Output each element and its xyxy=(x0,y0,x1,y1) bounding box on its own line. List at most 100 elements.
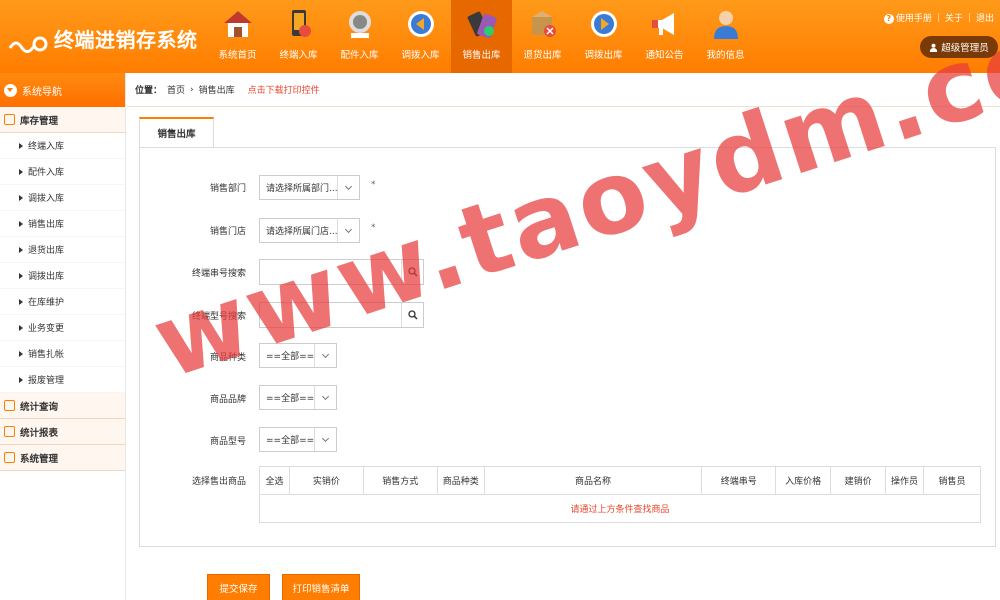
column-header: 销售方式 xyxy=(362,466,438,495)
search-icon[interactable] xyxy=(401,303,423,327)
chevron-down-icon xyxy=(337,176,359,199)
nav-sales-out[interactable]: 销售出库 xyxy=(451,0,512,73)
print-sales-list-button[interactable]: 打印销售清单 xyxy=(282,574,360,600)
store-select[interactable]: 请选择所属门店... xyxy=(259,218,360,243)
category-label: 商品种类 xyxy=(209,353,246,363)
search-icon[interactable] xyxy=(401,260,423,284)
goods-table: 全选 实销价 销售方式 商品种类 商品名称 终端串号 入库价格 建销价 操作员 … xyxy=(259,466,981,523)
sidebar-item-transfer-in[interactable]: 调拨入库 xyxy=(0,185,125,211)
nav-label: 我的信息 xyxy=(706,50,745,61)
main-nav: 系统首页 终端入库 配件入库 调拨入库 销售出库 退货出库 调拨出库 通知公告 … xyxy=(207,0,756,73)
inventory-icon xyxy=(4,114,15,125)
phone-in-icon xyxy=(291,10,311,37)
person-icon xyxy=(930,43,938,52)
nav-label: 系统首页 xyxy=(218,50,257,61)
nav-transfer-out[interactable]: 调拨出库 xyxy=(573,0,634,73)
dept-select[interactable]: 请选择所属部门... xyxy=(259,175,360,200)
nav-label: 终端入库 xyxy=(279,50,318,61)
nav-toggle-icon xyxy=(4,83,17,97)
chevron-down-icon xyxy=(314,344,336,367)
caret-right-icon xyxy=(19,194,23,201)
type-label: 商品型号 xyxy=(209,437,246,447)
user-icon xyxy=(713,11,738,39)
tab-bar: 销售出库 xyxy=(139,117,214,147)
breadcrumb-home[interactable]: 首页 xyxy=(167,83,185,96)
unicom-logo-icon xyxy=(8,36,48,53)
nav-label: 退货出库 xyxy=(523,50,562,61)
sidebar-item-accessory-in[interactable]: 配件入库 xyxy=(0,159,125,185)
nav-home[interactable]: 系统首页 xyxy=(207,0,268,73)
nav-label: 配件入库 xyxy=(340,50,379,61)
caret-right-icon xyxy=(19,324,23,331)
app-title: 终端进销存系统 xyxy=(54,27,198,52)
top-header: 终端进销存系统 系统首页 终端入库 配件入库 调拨入库 销售出库 退货出库 调拨… xyxy=(0,0,1000,73)
accessory-icon xyxy=(348,11,371,38)
chevron-down-icon xyxy=(314,428,336,451)
top-links: ? 使用手册 | 关于 | 退出 xyxy=(883,11,994,24)
serial-search-label: 终端串号搜索 xyxy=(191,269,246,279)
chat-icon xyxy=(4,400,15,411)
megaphone-icon xyxy=(651,13,674,35)
category-select[interactable]: ==全部== xyxy=(259,343,337,368)
table-header-row: 全选 实销价 销售方式 商品种类 商品名称 终端串号 入库价格 建销价 操作员 … xyxy=(259,466,981,495)
caret-right-icon xyxy=(19,142,23,149)
nav-transfer-in[interactable]: 调拨入库 xyxy=(390,0,451,73)
nav-notice[interactable]: 通知公告 xyxy=(634,0,695,73)
help-link[interactable]: ? 使用手册 xyxy=(883,11,932,24)
breadcrumb-prefix: 位置： xyxy=(135,86,163,96)
user-role: 超级管理员 xyxy=(941,43,989,54)
question-icon: ? xyxy=(883,14,894,24)
caret-right-icon xyxy=(19,298,23,305)
caret-right-icon xyxy=(19,376,23,383)
nav-label: 通知公告 xyxy=(645,50,684,61)
house-icon xyxy=(223,11,252,37)
nav-return-out[interactable]: 退货出库 xyxy=(512,0,573,73)
dept-label: 销售部门 xyxy=(209,184,246,194)
transfer-in-icon xyxy=(407,11,434,37)
chevron-down-icon xyxy=(314,386,336,409)
caret-right-icon xyxy=(19,350,23,357)
empty-table-message: 请通过上方条件查找商品 xyxy=(259,494,981,523)
brand-select[interactable]: ==全部== xyxy=(259,385,337,410)
sales-out-icon xyxy=(467,11,497,39)
sidebar-item-terminal-in[interactable]: 终端入库 xyxy=(0,133,125,159)
chevron-down-icon xyxy=(337,219,359,242)
store-label: 销售门店 xyxy=(209,227,246,237)
sidebar-item-stock-maintain[interactable]: 在库维护 xyxy=(0,289,125,315)
column-header: 商品种类 xyxy=(436,466,485,495)
nav-label: 调拨出库 xyxy=(584,50,623,61)
select-all-header[interactable]: 全选 xyxy=(259,466,290,495)
report-icon xyxy=(4,426,15,437)
goods-label: 选择售出商品 xyxy=(191,477,246,487)
sidebar-item-transfer-out[interactable]: 调拨出库 xyxy=(0,263,125,289)
nav-label: 调拨入库 xyxy=(401,50,440,61)
sidebar-group-inventory[interactable]: 库存管理 xyxy=(0,107,125,133)
sidebar-group-stats-report[interactable]: 统计报表 xyxy=(0,419,125,445)
serial-search-field xyxy=(259,259,424,285)
nav-terminal-in[interactable]: 终端入库 xyxy=(268,0,329,73)
sidebar-item-business-change[interactable]: 业务变更 xyxy=(0,315,125,341)
tab-sales-out[interactable]: 销售出库 xyxy=(139,117,214,147)
nav-label: 销售出库 xyxy=(462,50,501,61)
sidebar-group-stats-query[interactable]: 统计查询 xyxy=(0,393,125,419)
sidebar-header[interactable]: 系统导航 xyxy=(0,73,125,107)
sidebar-group-system[interactable]: 系统管理 xyxy=(0,445,125,471)
logo: 终端进销存系统 xyxy=(6,18,198,58)
nav-my-info[interactable]: 我的信息 xyxy=(695,0,756,73)
sidebar-item-sales-out[interactable]: 销售出库 xyxy=(0,211,125,237)
column-header: 商品名称 xyxy=(483,466,703,495)
user-badge[interactable]: 超级管理员 xyxy=(920,36,998,58)
serial-search-input[interactable] xyxy=(260,260,400,284)
about-link[interactable]: 关于 xyxy=(945,11,963,24)
sidebar-item-scrap[interactable]: 报废管理 xyxy=(0,367,125,393)
logout-link[interactable]: 退出 xyxy=(976,11,994,24)
submit-save-button[interactable]: 提交保存 xyxy=(207,574,270,600)
transfer-out-icon xyxy=(590,11,617,37)
nav-accessory-in[interactable]: 配件入库 xyxy=(329,0,390,73)
type-select[interactable]: ==全部== xyxy=(259,427,337,452)
model-search-input[interactable] xyxy=(260,303,400,327)
sidebar-item-return-out[interactable]: 退货出库 xyxy=(0,237,125,263)
caret-right-icon xyxy=(19,220,23,227)
sidebar-item-sales-close[interactable]: 销售扎帐 xyxy=(0,341,125,367)
download-print-plugin-link[interactable]: 点击下载打印控件 xyxy=(248,83,320,96)
